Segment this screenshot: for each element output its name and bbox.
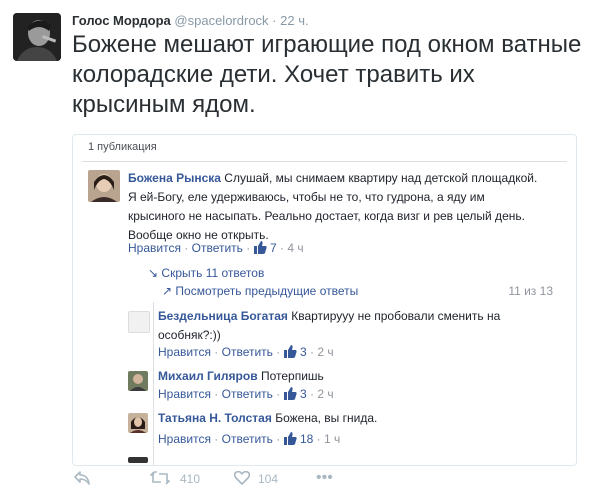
like-count: 104 [258,472,279,486]
comment-body: Потерпишь [260,369,324,383]
author-avatar[interactable] [13,13,61,61]
like-link[interactable]: Нравится [158,345,211,359]
reply-text: Бездельница Богатая Квартирууу не пробов… [158,307,518,345]
facebook-comments: Божена Рынска Слушай, мы снимаем квартир… [82,161,567,465]
comment-author[interactable]: Божена Рынска [128,171,221,185]
retweet-icon[interactable] [149,471,171,488]
commenter-avatar [128,457,148,463]
commenter-avatar[interactable] [128,311,150,333]
reply-text: Михаил Гиляров Потерпишь [158,367,518,386]
tweet-actions: 410 104 ••• [72,467,587,491]
separator-dot: · [246,241,251,255]
commenter-avatar[interactable] [128,413,148,433]
like-count: 18 [299,432,314,446]
tweet-text: Божене мешают играющие под окном ватные … [72,31,582,118]
prev-replies-link[interactable]: Посмотреть предыдущие ответы [175,284,358,298]
hide-replies-row[interactable]: ↘ Скрыть 11 ответов [148,266,264,280]
reply-actions: Нравится · Ответить · 18 · 1 ч [158,432,340,448]
commenter-avatar[interactable] [88,170,120,202]
thumbs-up-icon [283,387,297,403]
like-count: 3 [299,387,307,401]
separator-dot: · [214,432,219,446]
thumbs-up-icon [283,345,297,361]
reply-link[interactable]: Ответить [222,387,273,401]
comment-time[interactable]: 2 ч [317,345,333,359]
embedded-card[interactable]: 1 публикация Божена Рынска Слушай, мы сн… [72,134,577,466]
comment-author[interactable]: Татьяна Н. Толстая [158,411,272,425]
comment-time[interactable]: 1 ч [324,432,340,446]
reply-actions: Нравится · Ответить · 3 · 2 ч [158,345,334,361]
hide-replies-link[interactable]: Скрыть 11 ответов [161,266,264,280]
author-handle[interactable]: @spacelordrock [174,13,268,28]
reply-actions: Нравится · Ответить · 3 · 2 ч [158,387,334,403]
arrow-icon: ↘ [148,266,159,280]
separator-dot: · [184,241,189,255]
comment-author[interactable]: Михаил Гиляров [158,369,258,383]
like-link[interactable]: Нравится [158,387,211,401]
comment-time[interactable]: 4 ч [287,241,303,255]
separator-dot: · [276,432,281,446]
separator-dot: · [276,345,281,359]
reply-text: Татьяна Н. Толстая Божена, вы гнида. [158,409,518,428]
more-icon[interactable]: ••• [316,469,333,487]
author-name[interactable]: Голос Мордора [72,13,171,28]
separator-dot: · [310,345,314,359]
reply-link[interactable]: Ответить [222,345,273,359]
main-comment-text: Божена Рынска Слушай, мы снимаем квартир… [128,169,538,245]
separator-dot: · [272,13,277,28]
card-header: 1 публикация [88,141,157,153]
separator-dot: · [214,345,219,359]
comment-body: Божена, вы гнида. [275,411,378,425]
reply-link[interactable]: Ответить [222,432,273,446]
like-count: 3 [299,345,307,359]
main-comment-actions: Нравится · Ответить · 7 · 4 ч [128,241,304,257]
comment-time[interactable]: 2 ч [317,387,333,401]
separator-dot: · [316,432,321,446]
thumbs-up-icon [253,241,267,257]
separator-dot: · [214,387,219,401]
separator-dot: · [310,387,314,401]
tweet-time[interactable]: 22 ч. [280,13,308,28]
arrow-icon: ↗ [162,284,173,298]
like-link[interactable]: Нравится [158,432,211,446]
like-count: 7 [269,241,277,255]
reply-counter: 11 из 13 [508,284,553,298]
prev-replies-row[interactable]: ↗ Посмотреть предыдущие ответы [162,284,358,298]
separator-dot: · [280,241,284,255]
separator-dot: · [276,387,281,401]
heart-icon[interactable] [233,470,251,488]
comment-author[interactable]: Бездельница Богатая [158,309,288,323]
thumbs-up-icon [283,432,297,448]
commenter-avatar[interactable] [128,371,148,391]
reply-icon[interactable] [74,471,90,488]
like-link[interactable]: Нравится [128,241,181,255]
retweet-count: 410 [180,472,201,486]
tweet-header: Голос Мордора @spacelordrock · 22 ч. [72,13,309,28]
reply-thread-line [153,302,154,465]
reply-link[interactable]: Ответить [192,241,243,255]
